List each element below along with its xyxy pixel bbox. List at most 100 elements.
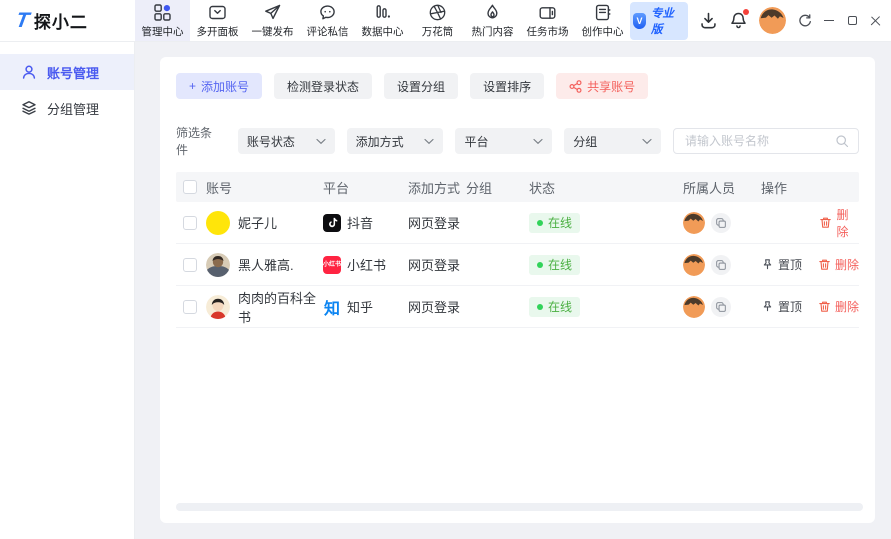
online-dot-icon [537,261,543,268]
row-checkbox[interactable] [183,257,197,272]
pin-icon [761,300,774,313]
user-avatar[interactable] [758,7,786,34]
minimize-button[interactable] [823,10,835,32]
dashboard-grid-icon [153,3,172,23]
chat-bubble-icon [318,3,337,23]
status-label: 在线 [548,216,573,230]
horizontal-scrollbar[interactable] [176,503,863,511]
column-header-method: 添加方式 [408,180,461,196]
nav-item-data-center[interactable]: 数据中心 [355,0,410,41]
owner-avatar [683,295,705,318]
pin-to-top-button[interactable]: 置顶 [761,298,802,315]
sidebar-item-group-management[interactable]: 分组管理 [0,90,134,126]
online-dot-icon [537,303,543,310]
owner-avatar [683,253,705,276]
maximize-icon [847,16,857,25]
nav-item-label: 管理中心 [141,25,184,38]
notification-bell-icon[interactable] [729,9,749,30]
nav-item-label: 任务市场 [526,25,569,38]
set-order-button[interactable]: 设置排序 [470,73,545,99]
platform-dropdown[interactable]: 平台 [455,128,553,154]
account-avatar [206,294,230,319]
trash-icon [818,258,831,271]
download-icon[interactable] [699,11,718,30]
app-window: T 探小二 管理中心 多开面板 一键发布 评论私信 数据中心 万花筒 热门内容 … [0,0,891,539]
column-header-account: 账号 [206,180,233,196]
status-badge: 在线 [529,212,581,233]
pin-icon [761,258,774,271]
trash-icon [818,300,831,313]
trash-icon [819,216,832,229]
set-group-button[interactable]: 设置分组 [384,73,459,99]
main-area: + 添加账号 检测登录状态 设置分组 设置排序 共享账号 筛选条件 账号状态 添… [135,42,891,539]
platform-cell: 小红书 小红书 [323,255,408,274]
select-all-checkbox[interactable] [183,180,197,194]
check-login-status-button[interactable]: 检测登录状态 [274,73,373,99]
platform-cell: 知 知乎 [323,297,408,318]
copy-button[interactable] [711,296,731,317]
refresh-icon[interactable] [797,13,812,28]
bar-chart-icon [373,3,392,23]
chevron-down-icon [316,138,326,145]
nav-item-multi-panel[interactable]: 多开面板 [190,0,245,41]
pro-badge-label: 专业版 [650,7,674,36]
app-logo: T 探小二 [0,0,135,41]
group-dropdown[interactable]: 分组 [564,128,661,154]
owner-cell [683,211,761,234]
nav-item-hot-content[interactable]: 热门内容 [465,0,520,41]
delete-button[interactable]: 删除 [818,298,859,315]
filter-label: 筛选条件 [176,126,213,157]
nav-item-one-click-publish[interactable]: 一键发布 [245,0,300,41]
sidebar-item-account-management[interactable]: 账号管理 [0,54,134,90]
chevron-down-icon [424,138,435,145]
flame-icon [483,3,502,23]
account-status-dropdown[interactable]: 账号状态 [237,128,335,154]
nav-item-kaleidoscope[interactable]: 万花筒 [410,0,465,41]
method-cell: 网页登录 [408,300,461,315]
method-cell: 网页登录 [408,216,461,231]
table-row: 妮子儿 抖音 网页登录 在线 删除 [176,202,859,244]
share-account-label: 共享账号 [587,79,636,94]
delete-button[interactable]: 删除 [818,256,859,273]
actions-cell: 置顶 删除 [761,256,859,273]
add-account-label: 添加账号 [201,79,250,94]
nav-item-task-market[interactable]: 任务市场 [520,0,575,41]
nav-item-creation-center[interactable]: 创作中心 [575,0,630,41]
add-account-button[interactable]: + 添加账号 [176,73,263,99]
app-shell: 账号管理 分组管理 + 添加账号 检测登录状态 设置分组 设置排序 共享账号 筛… [0,42,891,539]
pro-version-badge[interactable]: V 专业版 [630,1,688,40]
status-label: 在线 [548,258,573,272]
pin-to-top-button[interactable]: 置顶 [761,256,802,273]
share-account-button[interactable]: 共享账号 [556,73,649,99]
row-checkbox[interactable] [183,215,197,230]
minimize-icon [824,19,835,22]
search-icon[interactable] [835,134,849,148]
pin-label: 置顶 [778,300,803,314]
account-cell: 肉肉的百科全书 [206,288,323,326]
delete-label: 删除 [835,300,860,314]
column-header-platform: 平台 [323,180,350,196]
maximize-button[interactable] [846,10,858,32]
notification-dot [742,9,749,15]
delete-label: 删除 [836,207,849,239]
close-button[interactable] [870,10,882,32]
nav-item-comments-dm[interactable]: 评论私信 [300,0,355,41]
delete-button[interactable]: 删除 [819,206,859,240]
account-cell: 妮子儿 [206,210,323,235]
account-name: 妮子儿 [238,216,278,231]
search-input[interactable] [683,133,829,149]
column-header-status: 状态 [529,180,556,196]
column-header-group: 分组 [466,180,493,196]
delete-label: 删除 [835,258,860,272]
logo-icon: T [13,9,31,32]
copy-button[interactable] [711,254,731,275]
copy-button[interactable] [711,212,731,233]
row-checkbox[interactable] [183,299,197,314]
actions-cell: 置顶 删除 [761,298,859,315]
add-method-dropdown[interactable]: 添加方式 [346,128,444,154]
account-name: 黑人雅高. [238,258,294,273]
nav-item-management-center[interactable]: 管理中心 [135,0,190,41]
method-cell: 网页登录 [408,258,461,273]
account-name: 肉肉的百科全书 [238,290,317,325]
top-nav: 管理中心 多开面板 一键发布 评论私信 数据中心 万花筒 热门内容 任务市场 创… [135,0,630,41]
